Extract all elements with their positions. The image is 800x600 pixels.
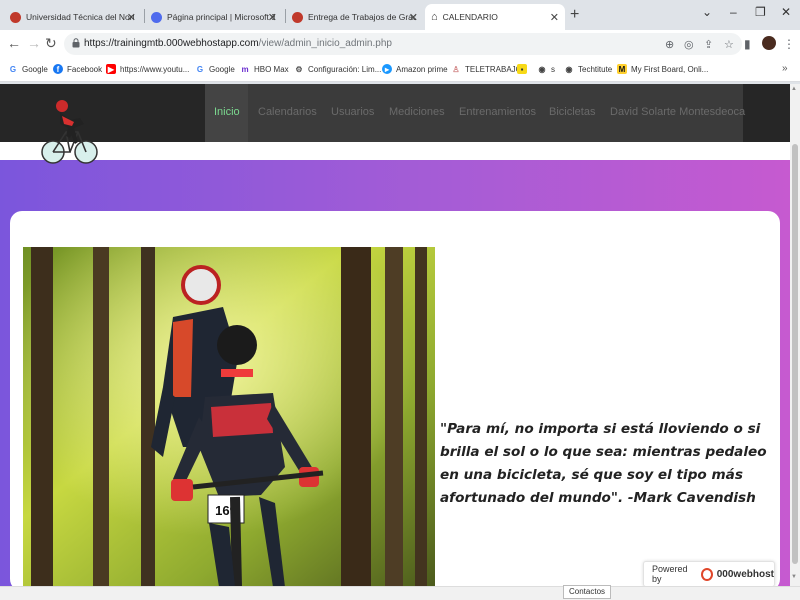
- site-navbar: Inicio Calendarios Usuarios Mediciones E…: [0, 84, 790, 142]
- gear-icon: ⚙: [295, 64, 303, 74]
- bookmark-star-icon[interactable]: ☆: [724, 38, 734, 51]
- bookmark-youtube[interactable]: ▶ https://www.youtu...: [106, 64, 189, 74]
- home-icon: ⌂: [431, 11, 438, 23]
- bookmark-label: TELETRABAJO: [465, 64, 522, 74]
- tab-entrega-trabajos[interactable]: Entrega de Trabajos de Grado – B ✕: [286, 4, 424, 30]
- bookmark-label: Google: [209, 64, 235, 74]
- tab-strip: Universidad Técnica del Norte – U ✕ Pági…: [0, 0, 800, 30]
- bookmark-amazon-prime[interactable]: ▸ Amazon prime: [382, 64, 448, 74]
- bookmark-label: Techtitute: [578, 64, 613, 74]
- bookmarks-overflow-button[interactable]: »: [782, 63, 788, 74]
- bookmark-google-2[interactable]: G Google: [195, 64, 235, 74]
- nav-item-user-name[interactable]: David Solarte Montesdeoca: [610, 106, 745, 118]
- share-icon[interactable]: ⇪: [704, 38, 713, 51]
- utn-crest-icon: [10, 11, 21, 23]
- 000webhost-logo-icon: [700, 567, 713, 581]
- bookmarks-bar: G Google f Facebook ▶ https://www.youtu... …: [0, 58, 800, 82]
- horizontal-scrollbar[interactable]: [0, 586, 800, 600]
- powered-by-badge[interactable]: Powered by 000webhost: [643, 561, 775, 586]
- scrollbar-thumb[interactable]: [792, 144, 798, 564]
- bookmark-configuracion[interactable]: ⚙ Configuración: Lim...: [294, 64, 381, 74]
- minimize-button[interactable]: –: [730, 5, 737, 19]
- primevideo-icon: ▸: [382, 64, 392, 74]
- close-window-button[interactable]: ✕: [781, 5, 791, 19]
- scroll-down-arrow-icon[interactable]: ▼: [791, 574, 797, 580]
- close-icon[interactable]: ✕: [268, 11, 277, 24]
- address-bar[interactable]: https://trainingmtb.000webhostapp.com/vi…: [64, 33, 742, 55]
- tab-microsoft365[interactable]: Página principal | Microsoft 365 ✕: [145, 4, 283, 30]
- close-icon[interactable]: ✕: [409, 11, 418, 24]
- forward-button[interactable]: →: [27, 35, 41, 51]
- side-panel-icon[interactable]: ▮: [744, 37, 751, 51]
- bookmark-techtitute[interactable]: ◉ Techtitute: [564, 64, 613, 74]
- powered-by-label: Powered by: [652, 564, 688, 584]
- bookmark-label: Amazon prime: [396, 64, 448, 74]
- hbomax-icon: m: [241, 64, 249, 74]
- nav-item-usuarios[interactable]: Usuarios: [331, 106, 374, 118]
- new-tab-button[interactable]: +: [570, 6, 579, 24]
- youtube-icon: ▶: [106, 64, 116, 74]
- url-host: https://trainingmtb.000webhostapp.com: [84, 38, 259, 49]
- maximize-button[interactable]: ❐: [755, 5, 766, 19]
- tab-search-icon[interactable]: ⌄: [702, 5, 712, 19]
- bookmark-label: https://www.youtu...: [120, 64, 190, 74]
- web-page: Inicio Calendarios Usuarios Mediciones E…: [0, 84, 790, 586]
- bookmark-facebook[interactable]: f Facebook: [53, 64, 102, 74]
- tab-calendario[interactable]: ⌂ CALENDARIO ✕: [425, 4, 565, 30]
- bookmark-label: Facebook: [67, 64, 103, 74]
- bookmark-label: HBO Max: [254, 64, 289, 74]
- bookmark-label: Configuración: Lim...: [308, 64, 382, 74]
- lock-icon: [72, 38, 80, 48]
- nav-item-inicio[interactable]: Inicio: [214, 106, 240, 118]
- facebook-icon: f: [53, 64, 63, 74]
- tab-title: CALENDARIO: [442, 12, 498, 22]
- nav-item-mediciones[interactable]: Mediciones: [389, 106, 445, 118]
- cavendish-quote: "Para mí, no importa si está lloviendo o…: [440, 421, 767, 506]
- teletrabajo-icon: ♙: [452, 64, 460, 74]
- nav-item-bicicletas[interactable]: Bicicletas: [549, 106, 595, 118]
- url-text[interactable]: https://trainingmtb.000webhostapp.com/vi…: [84, 38, 392, 49]
- microsoft365-icon: [151, 11, 162, 23]
- globe-icon: ◉: [538, 64, 546, 74]
- bookmark-s[interactable]: ◉ s: [537, 64, 556, 74]
- browser-toolbar: ← → ↻ https://trainingmtb.000webhostapp.…: [0, 30, 800, 58]
- bookmark-label: s: [551, 64, 555, 74]
- profile-avatar[interactable]: [762, 36, 776, 50]
- tab-title: Página principal | Microsoft 365: [167, 12, 275, 22]
- bookmark-google[interactable]: G Google: [8, 64, 48, 74]
- bookmark-hbomax[interactable]: m HBO Max: [240, 64, 289, 74]
- eye-off-icon[interactable]: ◎: [684, 38, 694, 51]
- close-icon[interactable]: ✕: [550, 11, 559, 24]
- cyclists-photo: 169: [23, 247, 435, 586]
- bookmark-label: My First Board, Onli...: [631, 64, 709, 74]
- cyclist-logo[interactable]: [40, 98, 102, 170]
- browser-chrome: Universidad Técnica del Norte – U ✕ Pági…: [0, 0, 800, 84]
- back-button[interactable]: ←: [7, 35, 21, 51]
- miro-icon: M: [617, 64, 627, 74]
- nav-item-calendarios[interactable]: Calendarios: [258, 106, 317, 118]
- google-icon: G: [9, 64, 17, 74]
- menu-icon[interactable]: ⋮: [783, 37, 795, 51]
- reload-button[interactable]: ↻: [45, 35, 57, 52]
- bookmark-sticky[interactable]: ▪: [517, 64, 531, 74]
- bookmark-label: Google: [22, 64, 48, 74]
- bookmark-miro[interactable]: M My First Board, Onli...: [617, 64, 708, 74]
- vertical-scrollbar[interactable]: ▲ ▼: [790, 84, 800, 586]
- contact-tooltip[interactable]: Contactos: [563, 585, 612, 599]
- tab-title: Universidad Técnica del Norte – U: [26, 12, 134, 22]
- sticky-note-icon: ▪: [517, 64, 527, 74]
- google-icon: G: [196, 64, 204, 74]
- bookmark-teletrabajo[interactable]: ♙ TELETRABAJO: [451, 64, 522, 74]
- tab-universidad[interactable]: Universidad Técnica del Norte – U ✕: [4, 4, 142, 30]
- powered-by-brand: 000webhost: [716, 568, 774, 580]
- tab-title: Entrega de Trabajos de Grado – B: [308, 12, 416, 22]
- scroll-up-arrow-icon[interactable]: ▲: [791, 86, 797, 92]
- url-path: /view/admin_inicio_admin.php: [258, 38, 392, 49]
- nav-item-entrenamientos[interactable]: Entrenamientos: [459, 106, 536, 118]
- globe-icon: ◉: [565, 64, 573, 74]
- utn-crest-icon: [292, 11, 303, 23]
- zoom-icon[interactable]: ⊕: [665, 38, 674, 51]
- close-icon[interactable]: ✕: [127, 11, 136, 24]
